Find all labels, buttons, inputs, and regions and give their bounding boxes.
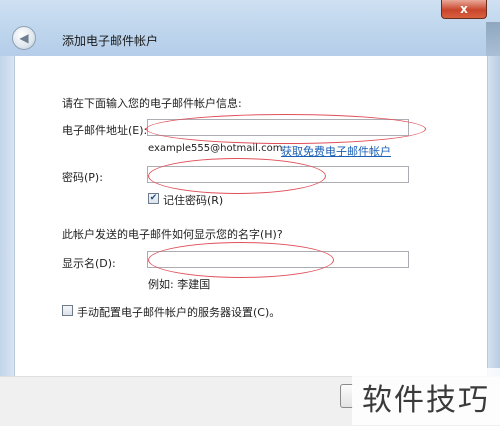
close-button[interactable]: x: [441, 0, 487, 19]
remember-password-label: 记住密码(R): [163, 194, 224, 207]
dialog-title: 添加电子邮件帐户: [62, 34, 159, 48]
title-bar-edge: [486, 22, 500, 56]
email-label: 电子邮件地址(E):: [62, 124, 148, 137]
watermark: 软件技巧: [352, 368, 500, 425]
back-arrow-icon: ◀: [19, 31, 29, 45]
display-name-heading: 此帐户发送的电子邮件如何显示您的名字(H)?: [62, 228, 283, 241]
checkmark-icon: ✔: [149, 193, 158, 203]
display-name-example: 例如: 李建国: [148, 278, 211, 291]
password-input[interactable]: [147, 166, 409, 183]
window-frame-left: [0, 56, 14, 376]
window-frame-right: [486, 56, 500, 376]
manual-config-checkbox[interactable]: [62, 305, 73, 316]
password-label: 密码(P):: [62, 171, 103, 184]
remember-password-checkbox[interactable]: ✔: [148, 193, 159, 204]
email-input[interactable]: [147, 119, 409, 136]
display-name-input[interactable]: [147, 251, 409, 268]
intro-text: 请在下面输入您的电子邮件帐户信息:: [62, 97, 242, 110]
back-button[interactable]: ◀: [12, 26, 36, 50]
close-icon: x: [460, 2, 468, 16]
email-example: example555@hotmail.com: [148, 143, 283, 154]
manual-config-label: 手动配置电子邮件帐户的服务器设置(C)。: [77, 306, 281, 319]
display-name-label: 显示名(D):: [62, 257, 116, 270]
free-account-link[interactable]: 获取免费电子邮件帐户: [281, 143, 391, 159]
